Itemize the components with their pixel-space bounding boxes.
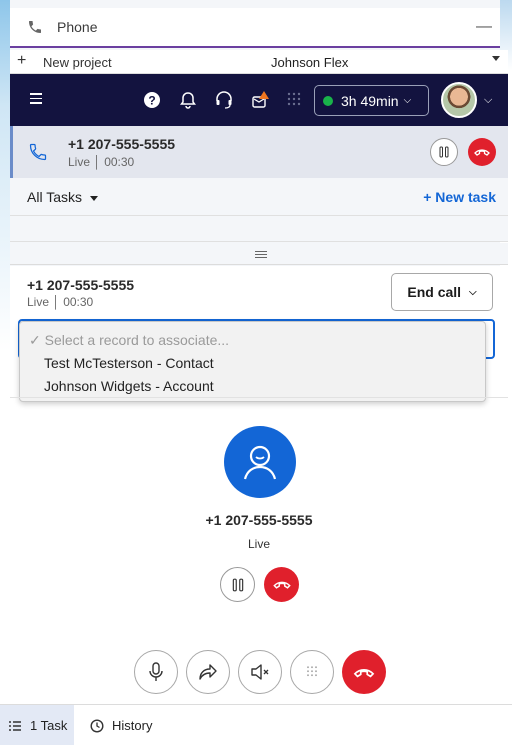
chevron-down-icon[interactable] <box>492 56 500 61</box>
all-tasks-filter[interactable]: All Tasks <box>27 189 98 205</box>
tab-tasks-label: 1 Task <box>30 718 68 733</box>
task-list-icon <box>9 720 21 731</box>
status-timer-button[interactable]: 3h 49min ⌵ <box>314 85 429 116</box>
contact-avatar-icon <box>224 426 296 498</box>
account-name: Johnson Flex <box>271 55 349 70</box>
svg-text:?: ? <box>148 94 155 108</box>
speaker-mute-button[interactable] <box>238 650 282 694</box>
call-number: +1 207-555-5555 <box>68 136 176 152</box>
window-titlebar: Phone — <box>10 8 500 48</box>
chevron-down-icon: ⌵ <box>403 95 412 106</box>
contact-status: Live <box>247 537 270 551</box>
timer-label: 3h 49min <box>341 92 399 109</box>
call-status: Live │ 00:30 <box>27 295 94 309</box>
background-left <box>0 0 10 704</box>
status-dot <box>323 95 333 106</box>
resize-handle[interactable] <box>10 243 508 265</box>
tab-history[interactable]: History <box>90 705 152 745</box>
chevron-down-icon[interactable]: ⌵ <box>484 94 492 107</box>
call-number: +1 207-555-5555 <box>27 277 135 293</box>
minimize-button[interactable]: — <box>476 19 492 36</box>
help-icon[interactable]: ? <box>142 90 162 110</box>
hold-button[interactable] <box>220 567 255 602</box>
dialpad-button[interactable] <box>290 650 334 694</box>
plus-icon[interactable]: + <box>17 52 26 70</box>
user-avatar[interactable] <box>441 82 477 118</box>
hangup-button[interactable] <box>264 567 299 602</box>
clock-icon <box>90 718 104 733</box>
end-call-button[interactable]: End call ⌵ <box>391 273 493 311</box>
app-header: ? 3h 49min ⌵ ⌵ <box>10 74 508 126</box>
new-task-button[interactable]: + New task <box>423 189 496 205</box>
menu-icon[interactable] <box>30 93 42 107</box>
end-call-red-button[interactable] <box>342 650 386 694</box>
hold-button[interactable] <box>430 138 458 166</box>
record-dropdown: ✓ Select a record to associate... Test M… <box>19 321 486 402</box>
dialpad-icon[interactable] <box>284 90 304 110</box>
active-call-strip[interactable]: +1 207-555-5555 Live │ 00:30 <box>10 126 508 178</box>
hangup-button[interactable] <box>468 138 496 166</box>
tasks-toolbar: All Tasks + New task <box>10 178 508 216</box>
call-detail-panel: +1 207-555-5555 Live │ 00:30 End call ⌵ ✓… <box>10 266 508 704</box>
tab-history-label: History <box>112 718 153 733</box>
bell-icon[interactable] <box>178 90 198 110</box>
call-status: Live │ 00:30 <box>68 155 135 169</box>
microphone-button[interactable] <box>134 650 178 694</box>
phone-icon <box>28 142 48 162</box>
task-list-empty <box>10 216 508 242</box>
select-placeholder: ✓ Select a record to associate... <box>29 332 230 348</box>
record-option[interactable]: Johnson Widgets - Account <box>44 378 214 394</box>
phone-app: Phone — + New project Johnson Flex ? 3h … <box>0 0 512 745</box>
record-option[interactable]: Test McTesterson - Contact <box>44 355 214 371</box>
project-bar: + New project Johnson Flex <box>10 50 508 74</box>
transfer-button[interactable] <box>186 650 230 694</box>
voicemail-alert-icon[interactable] <box>250 90 270 110</box>
phone-icon <box>27 18 45 36</box>
bottom-tab-bar: 1 Task History <box>0 704 512 745</box>
contact-number: +1 207-555-5555 <box>205 512 313 528</box>
new-project-button[interactable]: New project <box>43 55 112 70</box>
tab-tasks[interactable]: 1 Task <box>0 705 74 745</box>
window-title: Phone <box>57 19 98 35</box>
headset-icon[interactable] <box>214 90 234 110</box>
divider <box>10 397 508 398</box>
